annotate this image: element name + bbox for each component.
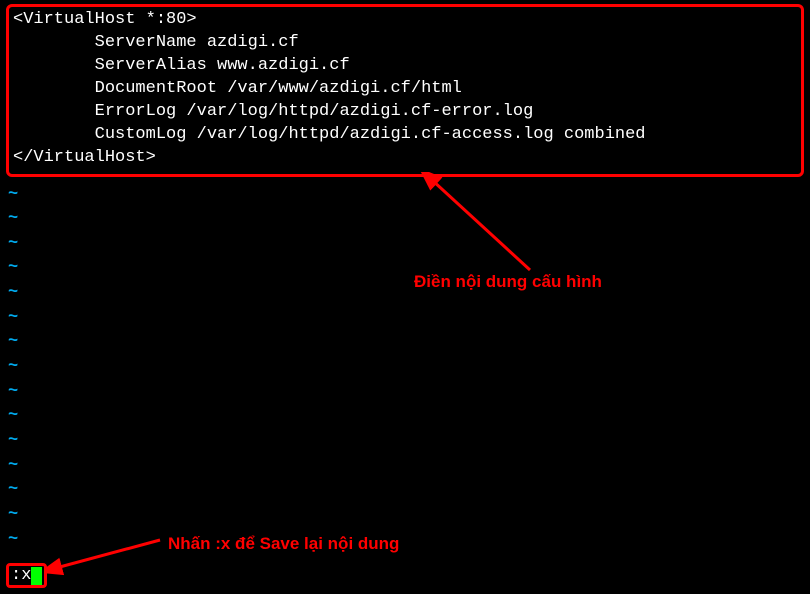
config-line: ServerAlias www.azdigi.cf (13, 55, 797, 78)
vim-tilde: ~ (6, 355, 804, 380)
vim-tilde: ~ (6, 183, 804, 208)
vim-editor[interactable]: <VirtualHost *:80> ServerName azdigi.cf … (0, 0, 810, 594)
vim-tilde: ~ (6, 503, 804, 528)
config-line: <VirtualHost *:80> (13, 9, 797, 32)
vim-tilde: ~ (6, 478, 804, 503)
annotation-config: Điền nội dung cấu hình (414, 272, 602, 292)
vim-tilde: ~ (6, 429, 804, 454)
vim-tilde: ~ (6, 404, 804, 429)
command-text: :x (11, 566, 31, 585)
arrow-icon (420, 172, 540, 276)
vim-command-line[interactable]: :x (6, 563, 47, 588)
config-line: DocumentRoot /var/www/azdigi.cf/html (13, 78, 797, 101)
config-line: ErrorLog /var/log/httpd/azdigi.cf-error.… (13, 101, 797, 124)
cursor-icon (31, 567, 42, 585)
vim-tilde: ~ (6, 256, 804, 281)
vim-tilde: ~ (6, 330, 804, 355)
vim-tilde: ~ (6, 281, 804, 306)
vim-tilde: ~ (6, 207, 804, 232)
command-highlight-box: :x (6, 563, 47, 588)
vim-tilde: ~ (6, 232, 804, 257)
annotation-save: Nhấn :x để Save lại nội dung (168, 534, 399, 554)
vim-tilde: ~ (6, 306, 804, 331)
config-line: </VirtualHost> (13, 147, 797, 170)
config-line: ServerName azdigi.cf (13, 32, 797, 55)
config-highlight-box: <VirtualHost *:80> ServerName azdigi.cf … (6, 4, 804, 177)
empty-lines-area: ~ ~ ~ ~ ~ ~ ~ ~ ~ ~ ~ ~ ~ ~ ~ (6, 183, 804, 553)
arrow-icon (46, 536, 166, 576)
vim-tilde: ~ (6, 380, 804, 405)
vim-tilde: ~ (6, 454, 804, 479)
config-line: CustomLog /var/log/httpd/azdigi.cf-acces… (13, 124, 797, 147)
